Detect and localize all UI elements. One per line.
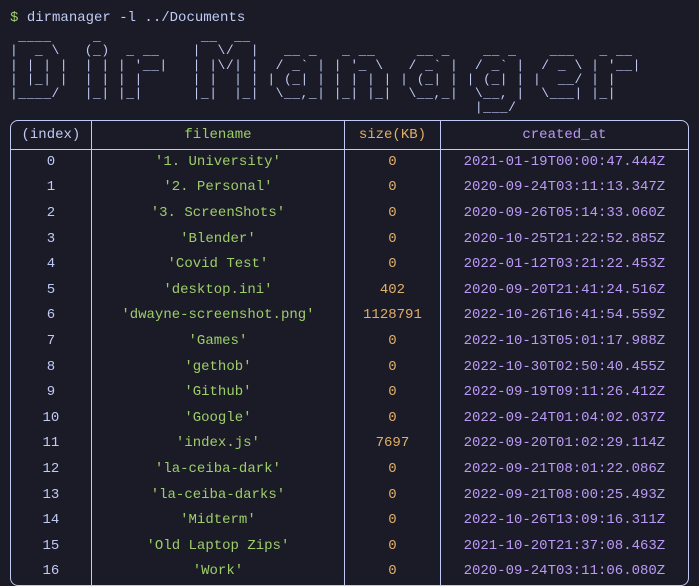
table-row: 4'Covid Test'02022-01-12T03:21:22.453Z [11,252,688,278]
cell-index: 12 [11,457,91,483]
cell-size: 0 [345,559,441,585]
cell-index: 0 [11,149,91,175]
cell-created-at: 2020-09-24T03:11:06.080Z [440,559,688,585]
file-table-container: (index) filename size(KB) created_at 0'1… [10,120,689,586]
cell-index: 14 [11,508,91,534]
command-prompt: $ dirmanager -l ../Documents [10,10,689,26]
cell-filename: 'Google' [91,406,344,432]
cell-size: 0 [345,201,441,227]
cell-filename: 'Covid Test' [91,252,344,278]
cell-size: 1128791 [345,303,441,329]
cell-index: 8 [11,355,91,381]
cell-size: 0 [345,534,441,560]
cell-filename: '3. ScreenShots' [91,201,344,227]
cell-filename: 'gethob' [91,355,344,381]
cell-filename: 'dwayne-screenshot.png' [91,303,344,329]
cell-created-at: 2022-09-20T01:02:29.114Z [440,431,688,457]
header-created-at: created_at [440,121,688,150]
header-size: size(KB) [345,121,441,150]
prompt-symbol: $ [10,10,18,26]
table-row: 0'1. University'02021-01-19T00:00:47.444… [11,149,688,175]
table-row: 6'dwayne-screenshot.png'11287912022-10-2… [11,303,688,329]
cell-size: 0 [345,252,441,278]
table-body: 0'1. University'02021-01-19T00:00:47.444… [11,149,688,585]
cell-size: 7697 [345,431,441,457]
cell-created-at: 2022-10-26T16:41:54.559Z [440,303,688,329]
cell-size: 0 [345,380,441,406]
cell-filename: 'Blender' [91,227,344,253]
cell-created-at: 2022-09-19T09:11:26.412Z [440,380,688,406]
cell-created-at: 2022-10-30T02:50:40.455Z [440,355,688,381]
cell-size: 0 [345,483,441,509]
cell-created-at: 2020-09-26T05:14:33.060Z [440,201,688,227]
cell-created-at: 2021-01-19T00:00:47.444Z [440,149,688,175]
table-row: 7'Games'02022-10-13T05:01:17.988Z [11,329,688,355]
cell-created-at: 2022-10-26T13:09:16.311Z [440,508,688,534]
table-row: 12'la-ceiba-dark'02022-09-21T08:01:22.08… [11,457,688,483]
prompt-command: dirmanager -l ../Documents [27,10,245,26]
cell-filename: 'la-ceiba-dark' [91,457,344,483]
cell-filename: 'Games' [91,329,344,355]
table-row: 11'index.js'76972022-09-20T01:02:29.114Z [11,431,688,457]
cell-index: 11 [11,431,91,457]
cell-created-at: 2020-09-24T03:11:13.347Z [440,175,688,201]
table-row: 13'la-ceiba-darks'02022-09-21T08:00:25.4… [11,483,688,509]
table-row: 10'Google'02022-09-24T01:04:02.037Z [11,406,688,432]
cell-index: 5 [11,278,91,304]
ascii-logo: ____ _ __ __ | _ \ (_) _ __ | \/ | __ _ … [10,30,689,116]
cell-index: 6 [11,303,91,329]
cell-index: 9 [11,380,91,406]
cell-filename: 'la-ceiba-darks' [91,483,344,509]
cell-created-at: 2022-09-21T08:01:22.086Z [440,457,688,483]
table-row: 1'2. Personal'02020-09-24T03:11:13.347Z [11,175,688,201]
cell-size: 0 [345,406,441,432]
cell-size: 0 [345,175,441,201]
table-row: 2'3. ScreenShots'02020-09-26T05:14:33.06… [11,201,688,227]
cell-filename: '1. University' [91,149,344,175]
cell-size: 0 [345,508,441,534]
cell-index: 4 [11,252,91,278]
table-row: 16'Work'02020-09-24T03:11:06.080Z [11,559,688,585]
table-row: 14'Midterm'02022-10-26T13:09:16.311Z [11,508,688,534]
cell-filename: 'Work' [91,559,344,585]
cell-size: 0 [345,329,441,355]
cell-size: 0 [345,457,441,483]
cell-created-at: 2022-09-24T01:04:02.037Z [440,406,688,432]
cell-filename: 'desktop.ini' [91,278,344,304]
cell-index: 15 [11,534,91,560]
table-row: 5'desktop.ini'4022020-09-20T21:41:24.516… [11,278,688,304]
header-index: (index) [11,121,91,150]
table-row: 15'Old Laptop Zips'02021-10-20T21:37:08.… [11,534,688,560]
cell-filename: 'index.js' [91,431,344,457]
file-table: (index) filename size(KB) created_at 0'1… [11,121,688,585]
header-filename: filename [91,121,344,150]
table-row: 8'gethob'02022-10-30T02:50:40.455Z [11,355,688,381]
cell-filename: 'Midterm' [91,508,344,534]
cell-created-at: 2022-09-21T08:00:25.493Z [440,483,688,509]
cell-index: 2 [11,201,91,227]
cell-size: 0 [345,355,441,381]
cell-index: 1 [11,175,91,201]
cell-size: 402 [345,278,441,304]
cell-filename: 'Github' [91,380,344,406]
cell-size: 0 [345,149,441,175]
cell-index: 3 [11,227,91,253]
cell-created-at: 2022-01-12T03:21:22.453Z [440,252,688,278]
cell-index: 13 [11,483,91,509]
cell-filename: '2. Personal' [91,175,344,201]
cell-size: 0 [345,227,441,253]
cell-created-at: 2022-10-13T05:01:17.988Z [440,329,688,355]
cell-created-at: 2021-10-20T21:37:08.463Z [440,534,688,560]
cell-created-at: 2020-10-25T21:22:52.885Z [440,227,688,253]
cell-index: 10 [11,406,91,432]
table-row: 3'Blender'02020-10-25T21:22:52.885Z [11,227,688,253]
cell-index: 16 [11,559,91,585]
cell-created-at: 2020-09-20T21:41:24.516Z [440,278,688,304]
table-row: 9'Github'02022-09-19T09:11:26.412Z [11,380,688,406]
cell-filename: 'Old Laptop Zips' [91,534,344,560]
cell-index: 7 [11,329,91,355]
table-header-row: (index) filename size(KB) created_at [11,121,688,150]
